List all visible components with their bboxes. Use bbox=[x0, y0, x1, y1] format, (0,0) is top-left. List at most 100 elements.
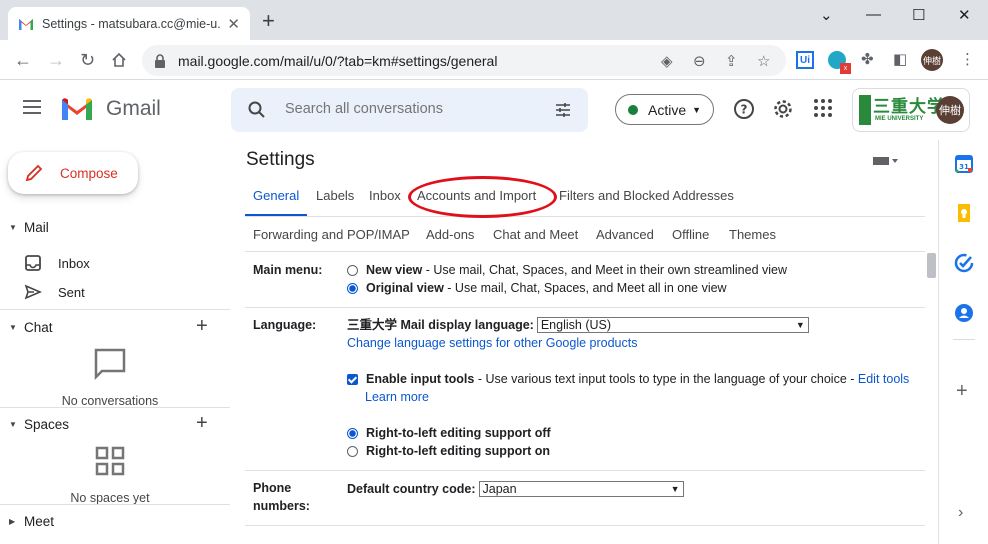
rtl-on-option[interactable]: Right-to-left editing support on bbox=[347, 442, 550, 460]
home-icon[interactable] bbox=[111, 52, 127, 68]
chat-empty-text: No conversations bbox=[61, 394, 159, 408]
apps-grid-icon[interactable] bbox=[813, 98, 833, 118]
annotation-circle bbox=[408, 176, 557, 218]
collapse-arrow-icon[interactable]: ▼ bbox=[9, 323, 17, 332]
display-language-value: English (US) bbox=[540, 318, 612, 332]
status-selector[interactable]: Active ▼ bbox=[615, 94, 714, 125]
tab-labels[interactable]: Labels bbox=[316, 188, 354, 203]
learn-more-row: Learn more bbox=[365, 388, 429, 406]
share-icon[interactable]: ⇪ bbox=[725, 52, 738, 70]
tab-forwarding[interactable]: Forwarding and POP/IMAP bbox=[253, 227, 410, 242]
contacts-icon[interactable] bbox=[954, 303, 974, 323]
sidebar-item-inbox[interactable]: Inbox bbox=[24, 254, 90, 272]
zoom-icon[interactable]: ⊖ bbox=[693, 52, 706, 70]
country-code-label: Default country code: bbox=[347, 482, 476, 496]
expand-arrow-icon[interactable]: ▶ bbox=[9, 517, 15, 526]
chat-section-header[interactable]: ▼ Chat + bbox=[0, 315, 230, 341]
search-options-icon[interactable] bbox=[554, 101, 572, 119]
search-bar[interactable] bbox=[231, 88, 588, 132]
original-view-option[interactable]: Original view - Use mail, Chat, Spaces, … bbox=[347, 279, 727, 297]
rtl-on-radio[interactable] bbox=[347, 445, 358, 457]
help-icon[interactable]: ? bbox=[733, 98, 755, 120]
back-arrow-icon[interactable]: ← bbox=[14, 50, 32, 70]
chat-section-label: Chat bbox=[24, 320, 53, 335]
input-tools-checkbox[interactable] bbox=[347, 373, 358, 385]
calendar-icon[interactable]: 31 bbox=[954, 154, 974, 174]
side-panel: 31 + › bbox=[938, 140, 988, 544]
compose-button[interactable]: Compose bbox=[8, 152, 138, 194]
edit-tools-link[interactable]: Edit tools bbox=[858, 370, 909, 388]
display-language-select[interactable]: English (US) ▼ bbox=[536, 317, 809, 333]
address-bar[interactable]: mail.google.com/mail/u/0/?tab=km#setting… bbox=[142, 45, 786, 76]
tasks-icon[interactable] bbox=[954, 253, 974, 273]
chrome-profile-avatar[interactable]: 伸樹 bbox=[921, 49, 943, 71]
input-tools-option[interactable]: Enable input tools - Use various text in… bbox=[347, 370, 909, 388]
rtl-off-option[interactable]: Right-to-left editing support off bbox=[347, 424, 551, 442]
gmail-favicon-icon bbox=[19, 18, 33, 30]
tab-themes[interactable]: Themes bbox=[729, 227, 776, 242]
chrome-menu-icon[interactable]: ⋮ bbox=[960, 50, 975, 68]
account-badge[interactable]: 三重大学 MIE UNIVERSITY 伸樹 bbox=[852, 88, 970, 132]
main-menu-icon[interactable] bbox=[23, 100, 41, 118]
row-divider bbox=[245, 525, 925, 526]
tab-add-ons[interactable]: Add-ons bbox=[426, 227, 474, 242]
expand-side-panel-icon[interactable]: › bbox=[958, 504, 963, 522]
lock-icon bbox=[155, 53, 165, 68]
minimize-icon[interactable]: — bbox=[866, 6, 881, 23]
new-view-option[interactable]: New view - Use mail, Chat, Spaces, and M… bbox=[347, 261, 787, 279]
keep-icon[interactable] bbox=[954, 203, 974, 223]
sidebar-item-sent[interactable]: Sent bbox=[24, 283, 85, 301]
forward-arrow-icon[interactable]: → bbox=[47, 50, 65, 70]
side-panel-icon[interactable]: ◧ bbox=[893, 50, 907, 68]
collapse-arrow-icon[interactable]: ▼ bbox=[9, 223, 17, 232]
maximize-icon[interactable]: ☐ bbox=[912, 6, 925, 24]
original-view-radio[interactable] bbox=[347, 282, 358, 294]
uipath-extension-icon[interactable]: Ui bbox=[796, 51, 814, 69]
add-chat-icon[interactable]: + bbox=[196, 315, 208, 338]
tab-chat-and-meet[interactable]: Chat and Meet bbox=[493, 227, 578, 242]
view-icon[interactable]: ◈ bbox=[661, 52, 673, 70]
search-icon[interactable] bbox=[247, 100, 267, 120]
tab-inbox[interactable]: Inbox bbox=[369, 188, 401, 203]
bookmark-star-icon[interactable]: ☆ bbox=[757, 52, 770, 70]
get-addons-plus-icon[interactable]: + bbox=[956, 380, 968, 403]
tab-general[interactable]: General bbox=[253, 188, 299, 203]
new-view-title: New view bbox=[366, 263, 423, 277]
country-code-select[interactable]: Japan ▼ bbox=[478, 481, 684, 497]
learn-more-link[interactable]: Learn more bbox=[365, 388, 429, 406]
gmail-wordmark: Gmail bbox=[106, 97, 161, 120]
new-view-radio[interactable] bbox=[347, 264, 358, 276]
scrollbar-thumb[interactable] bbox=[927, 253, 936, 278]
chevron-down-icon: ▼ bbox=[795, 320, 805, 330]
mail-section-header[interactable]: ▼ Mail bbox=[0, 219, 230, 241]
rtl-off-radio[interactable] bbox=[347, 427, 358, 439]
tab-filters[interactable]: Filters and Blocked Addresses bbox=[559, 188, 734, 203]
main-menu-label: Main menu: bbox=[253, 263, 323, 277]
browser-tab-title: Settings - matsubara.cc@mie-u.a bbox=[42, 16, 220, 31]
browser-tab[interactable]: Settings - matsubara.cc@mie-u.a ✕ bbox=[8, 7, 250, 40]
send-icon bbox=[24, 284, 42, 300]
add-space-icon[interactable]: + bbox=[196, 412, 208, 435]
language-label: Language: bbox=[253, 318, 317, 332]
tab-search-chevron-icon[interactable]: ⌄ bbox=[820, 6, 833, 24]
tab-offline[interactable]: Offline bbox=[672, 227, 709, 242]
sidebar-divider bbox=[0, 309, 230, 310]
extensions-puzzle-icon[interactable]: ✤ bbox=[861, 50, 874, 68]
new-view-desc: - Use mail, Chat, Spaces, and Meet in th… bbox=[422, 263, 788, 277]
tab-close-icon[interactable]: ✕ bbox=[227, 15, 240, 33]
keyboard-icon[interactable] bbox=[873, 156, 899, 166]
account-avatar[interactable]: 伸樹 bbox=[936, 96, 964, 124]
settings-panel: Settings General Labels Inbox Accounts a… bbox=[231, 140, 937, 544]
change-language-link[interactable]: Change language settings for other Googl… bbox=[347, 334, 637, 352]
collapse-arrow-icon[interactable]: ▼ bbox=[9, 420, 17, 429]
caret-down-icon: ▼ bbox=[692, 104, 702, 115]
spaces-section-header[interactable]: ▼ Spaces + bbox=[0, 412, 230, 438]
reload-icon[interactable]: ↻ bbox=[80, 50, 95, 70]
settings-gear-icon[interactable] bbox=[772, 98, 794, 120]
tab-advanced[interactable]: Advanced bbox=[596, 227, 654, 242]
search-input[interactable] bbox=[283, 100, 533, 118]
meet-section-header[interactable]: ▶ Meet bbox=[0, 513, 230, 535]
new-tab-icon[interactable]: + bbox=[262, 10, 275, 32]
inbox-icon bbox=[25, 255, 41, 271]
window-close-icon[interactable]: ✕ bbox=[958, 6, 971, 24]
